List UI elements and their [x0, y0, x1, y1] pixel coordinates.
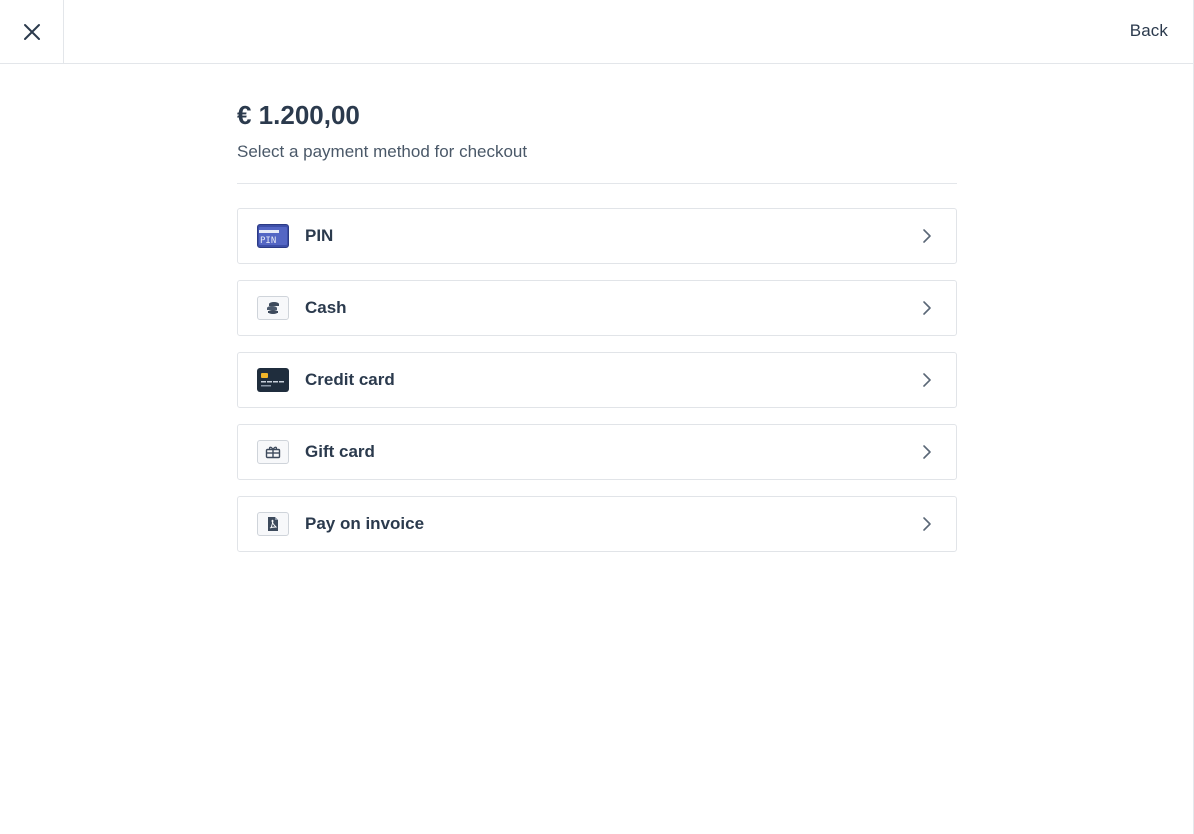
close-icon — [23, 23, 40, 40]
gift-card-icon — [257, 440, 289, 464]
payment-method-label: Pay on invoice — [305, 514, 425, 533]
checkout-panel: € 1.200,00 Select a payment method for c… — [237, 100, 957, 568]
chevron-right-icon — [923, 229, 931, 243]
checkout-amount: € 1.200,00 — [237, 100, 360, 130]
credit-card-icon — [257, 368, 289, 392]
chevron-right-icon — [923, 445, 931, 459]
invoice-document-icon — [257, 512, 289, 536]
payment-method-label: PIN — [305, 226, 334, 245]
pin-card-icon: PIN — [257, 224, 289, 248]
payment-method-label: Gift card — [305, 442, 375, 461]
payment-method-label: Credit card — [305, 370, 395, 389]
back-button[interactable]: Back — [1130, 21, 1168, 41]
checkout-subtitle: Select a payment method for checkout — [237, 142, 528, 161]
payment-method-pin[interactable]: PIN PIN — [237, 208, 957, 264]
payment-method-invoice[interactable]: Pay on invoice — [237, 496, 957, 552]
payment-method-cash[interactable]: Cash — [237, 280, 957, 336]
chevron-right-icon — [923, 517, 931, 531]
chevron-right-icon — [923, 301, 931, 315]
payment-method-gift-card[interactable]: Gift card — [237, 424, 957, 480]
payment-method-list: PIN PIN Cash Credit card Gift card Pay o… — [237, 208, 957, 552]
divider — [237, 183, 957, 184]
payment-method-screen: Back € 1.200,00 Select a payment method … — [0, 0, 1194, 834]
close-button[interactable] — [0, 0, 64, 63]
top-bar: Back — [0, 0, 1193, 64]
payment-method-label: Cash — [305, 298, 347, 317]
payment-method-credit-card[interactable]: Credit card — [237, 352, 957, 408]
svg-text:PIN: PIN — [260, 236, 276, 246]
cash-coins-icon — [257, 296, 289, 320]
chevron-right-icon — [923, 373, 931, 387]
